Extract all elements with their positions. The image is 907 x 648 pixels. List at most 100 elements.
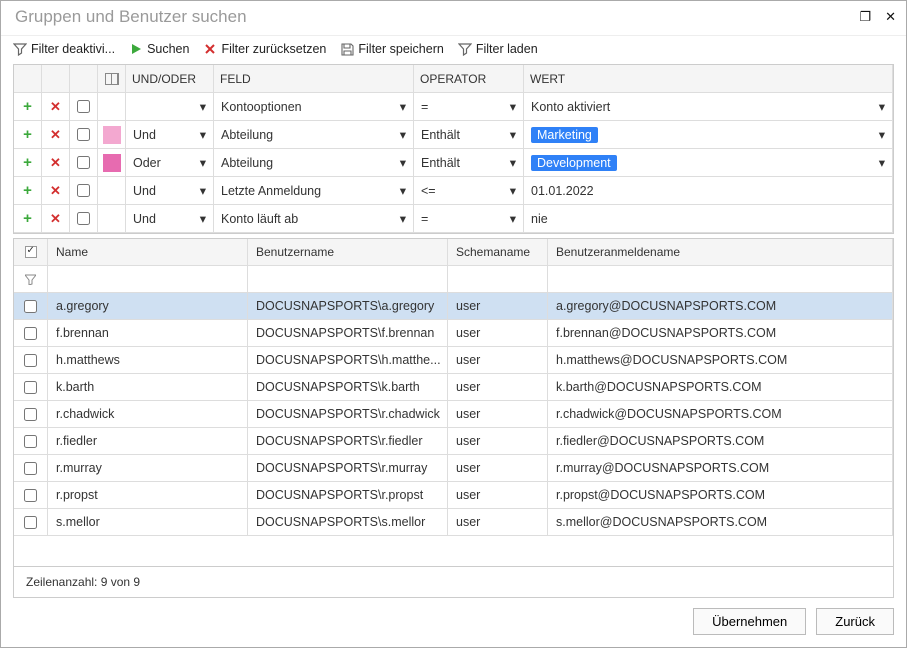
table-row[interactable]: h.matthewsDOCUSNAPSPORTS\h.matthe...user… <box>14 347 893 374</box>
operator-combo[interactable]: =▾ <box>414 205 524 233</box>
add-filter-button[interactable]: + <box>14 205 42 233</box>
cell-logon: k.barth@DOCUSNAPSPORTS.COM <box>548 374 893 401</box>
filter-header-value: WERT <box>524 65 893 93</box>
results-header-checkall[interactable]: ✓ <box>14 239 48 266</box>
save-filter-button[interactable]: Filter speichern <box>340 42 443 56</box>
cell-name: a.gregory <box>48 293 248 320</box>
filter-enable-checkbox[interactable] <box>70 149 98 177</box>
remove-filter-button[interactable]: ✕ <box>42 93 70 121</box>
cell-username: DOCUSNAPSPORTS\a.gregory <box>248 293 448 320</box>
results-grid: ✓ Name Benutzername Schemaname Benutzera… <box>13 238 894 567</box>
results-header-schema[interactable]: Schemaname <box>448 239 548 266</box>
value-cell[interactable]: 01.01.2022 <box>524 177 893 205</box>
row-checkbox[interactable] <box>14 293 48 320</box>
field-combo[interactable]: Konto läuft ab▾ <box>214 205 414 233</box>
table-row[interactable]: r.fiedlerDOCUSNAPSPORTS\r.fiedleruserr.f… <box>14 428 893 455</box>
filter-header-indent <box>98 65 126 93</box>
add-filter-button[interactable]: + <box>14 149 42 177</box>
logic-combo[interactable]: Und▾ <box>126 121 214 149</box>
field-combo[interactable]: Letzte Anmeldung▾ <box>214 177 414 205</box>
table-row[interactable]: r.murrayDOCUSNAPSPORTS\r.murrayuserr.mur… <box>14 455 893 482</box>
remove-filter-button[interactable]: ✕ <box>42 177 70 205</box>
play-icon <box>129 42 143 56</box>
cell-name: r.fiedler <box>48 428 248 455</box>
back-button[interactable]: Zurück <box>816 608 894 635</box>
table-row[interactable]: f.brennanDOCUSNAPSPORTS\f.brennanuserf.b… <box>14 320 893 347</box>
apply-button[interactable]: Übernehmen <box>693 608 806 635</box>
filter-schema-input[interactable] <box>448 266 548 293</box>
value-cell[interactable]: Marketing▾ <box>524 121 893 149</box>
filter-indent-indicator <box>98 177 126 205</box>
results-filter-row <box>14 266 893 293</box>
filter-name-input[interactable] <box>48 266 248 293</box>
filter-enable-checkbox[interactable] <box>70 121 98 149</box>
field-combo[interactable]: Abteilung▾ <box>214 149 414 177</box>
remove-filter-button[interactable]: ✕ <box>42 205 70 233</box>
reset-filter-button[interactable]: Filter zurücksetzen <box>203 42 326 56</box>
deactivate-filter-button[interactable]: Filter deaktivi... <box>13 42 115 56</box>
chevron-down-icon: ▾ <box>400 211 406 226</box>
maximize-icon[interactable]: ❐ <box>859 9 871 25</box>
cell-schema: user <box>448 428 548 455</box>
operator-combo[interactable]: =▾ <box>414 93 524 121</box>
filter-enable-checkbox[interactable] <box>70 177 98 205</box>
row-checkbox[interactable] <box>14 455 48 482</box>
load-filter-button[interactable]: Filter laden <box>458 42 538 56</box>
table-row[interactable]: a.gregoryDOCUSNAPSPORTS\a.gregoryusera.g… <box>14 293 893 320</box>
chevron-down-icon: ▾ <box>510 155 516 170</box>
cell-schema: user <box>448 320 548 347</box>
logic-combo[interactable]: Und▾ <box>126 177 214 205</box>
row-checkbox[interactable] <box>14 482 48 509</box>
row-checkbox[interactable] <box>14 401 48 428</box>
cell-username: DOCUSNAPSPORTS\r.chadwick <box>248 401 448 428</box>
field-combo[interactable]: Kontooptionen▾ <box>214 93 414 121</box>
dialog-title: Gruppen und Benutzer suchen <box>15 7 247 27</box>
results-header-name[interactable]: Name <box>48 239 248 266</box>
value-cell[interactable]: Development▾ <box>524 149 893 177</box>
results-header-logon[interactable]: Benutzeranmeldename <box>548 239 893 266</box>
cell-logon: a.gregory@DOCUSNAPSPORTS.COM <box>548 293 893 320</box>
button-bar: Übernehmen Zurück <box>1 598 906 647</box>
row-checkbox[interactable] <box>14 428 48 455</box>
funnel-small-icon[interactable] <box>14 266 48 293</box>
row-checkbox[interactable] <box>14 347 48 374</box>
chevron-down-icon: ▾ <box>200 155 206 170</box>
cell-username: DOCUSNAPSPORTS\k.barth <box>248 374 448 401</box>
cell-logon: r.murray@DOCUSNAPSPORTS.COM <box>548 455 893 482</box>
cell-username: DOCUSNAPSPORTS\r.fiedler <box>248 428 448 455</box>
remove-filter-button[interactable]: ✕ <box>42 121 70 149</box>
row-checkbox[interactable] <box>14 320 48 347</box>
table-row[interactable]: r.chadwickDOCUSNAPSPORTS\r.chadwickuserr… <box>14 401 893 428</box>
remove-filter-button[interactable]: ✕ <box>42 149 70 177</box>
value-cell[interactable]: nie <box>524 205 893 233</box>
filter-logon-input[interactable] <box>548 266 893 293</box>
close-icon[interactable]: ✕ <box>885 9 896 25</box>
operator-combo[interactable]: Enthält▾ <box>414 121 524 149</box>
table-row[interactable]: k.barthDOCUSNAPSPORTS\k.barthuserk.barth… <box>14 374 893 401</box>
search-button[interactable]: Suchen <box>129 42 189 56</box>
logic-combo[interactable]: Oder▾ <box>126 149 214 177</box>
filter-header-field: FELD <box>214 65 414 93</box>
operator-combo[interactable]: <=▾ <box>414 177 524 205</box>
logic-combo[interactable]: Und▾ <box>126 205 214 233</box>
window-controls: ❐ ✕ <box>859 9 896 25</box>
value-cell[interactable]: Konto aktiviert▾ <box>524 93 893 121</box>
operator-combo[interactable]: Enthält▾ <box>414 149 524 177</box>
filter-username-input[interactable] <box>248 266 448 293</box>
filter-enable-checkbox[interactable] <box>70 205 98 233</box>
row-count-label: Zeilenanzahl: 9 von 9 <box>13 567 894 598</box>
field-combo[interactable]: Abteilung▾ <box>214 121 414 149</box>
cell-schema: user <box>448 374 548 401</box>
results-header-username[interactable]: Benutzername <box>248 239 448 266</box>
save-icon <box>340 42 354 56</box>
add-filter-button[interactable]: + <box>14 177 42 205</box>
row-checkbox[interactable] <box>14 509 48 536</box>
table-row[interactable]: s.mellorDOCUSNAPSPORTS\s.mellorusers.mel… <box>14 509 893 536</box>
filter-enable-checkbox[interactable] <box>70 93 98 121</box>
table-row[interactable]: r.propstDOCUSNAPSPORTS\r.propstuserr.pro… <box>14 482 893 509</box>
cell-name: f.brennan <box>48 320 248 347</box>
row-checkbox[interactable] <box>14 374 48 401</box>
logic-combo[interactable]: ▾ <box>126 93 214 121</box>
add-filter-button[interactable]: + <box>14 93 42 121</box>
add-filter-button[interactable]: + <box>14 121 42 149</box>
